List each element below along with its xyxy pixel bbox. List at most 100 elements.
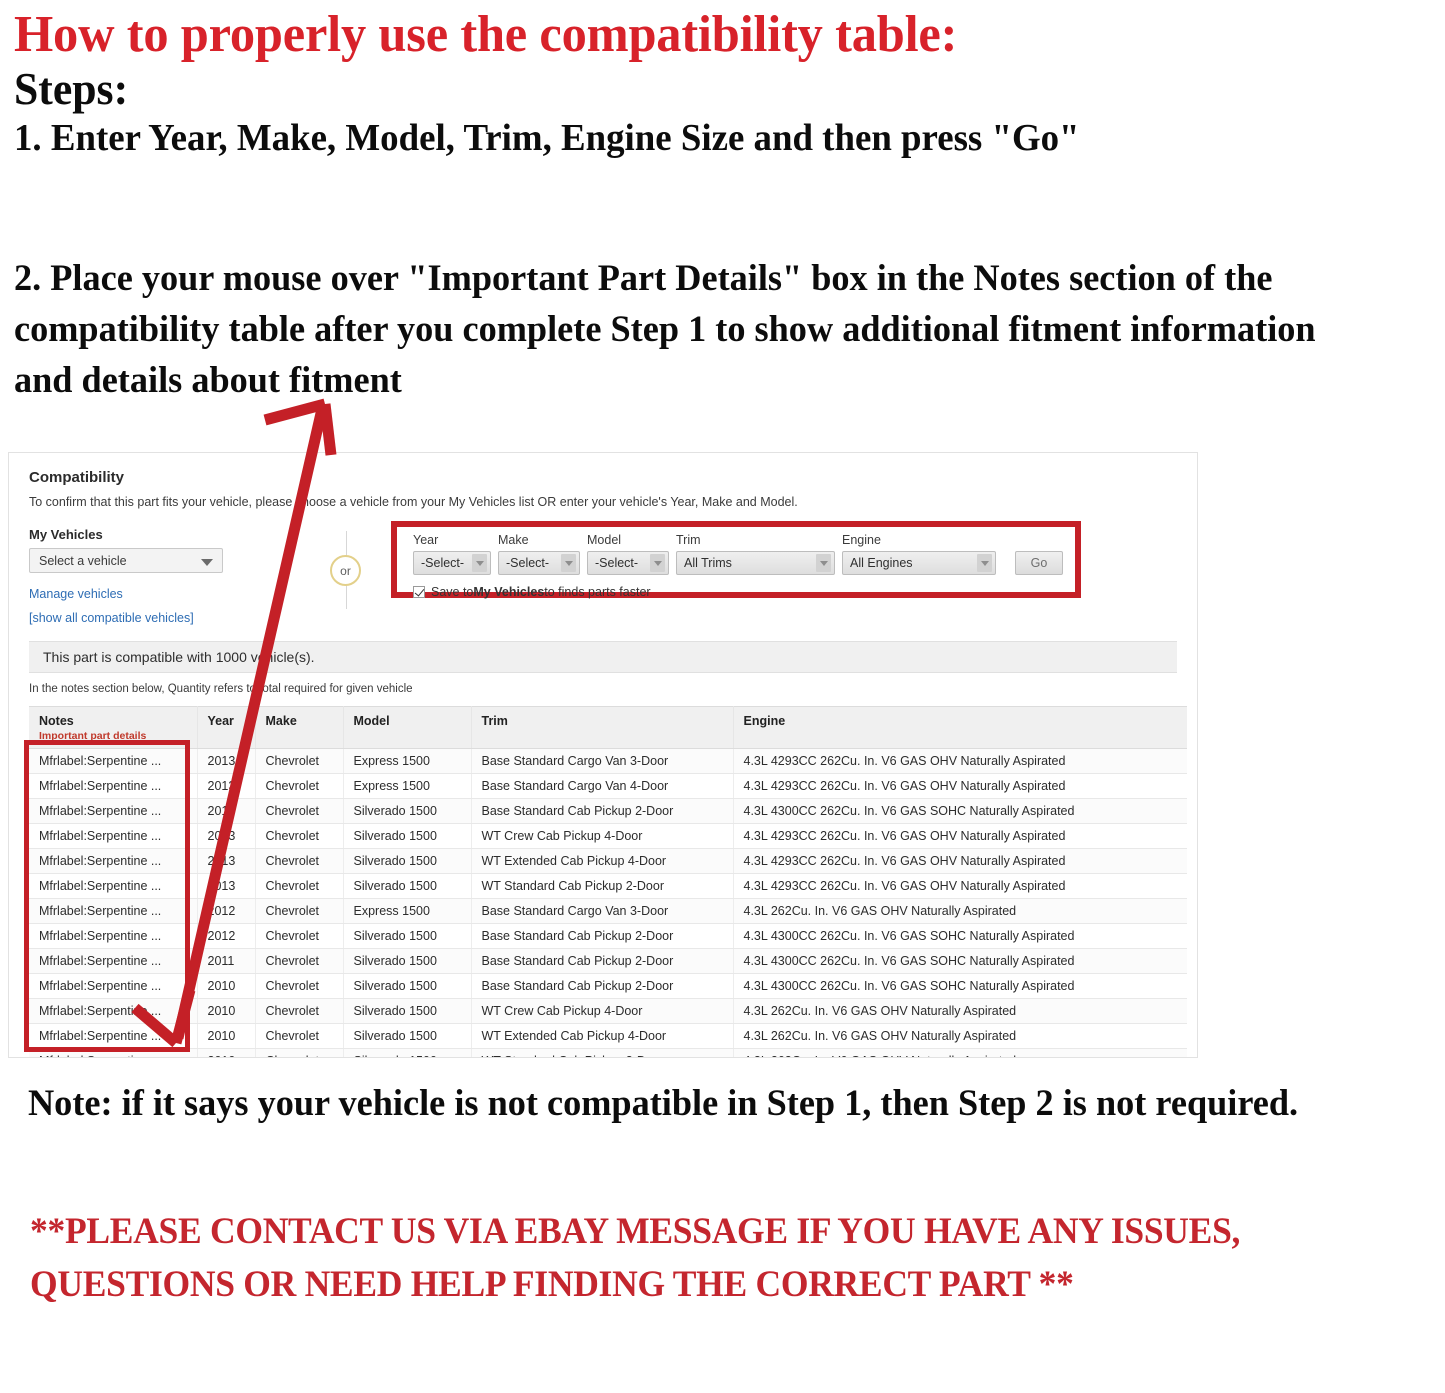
column-header-trim[interactable]: Trim xyxy=(471,706,734,749)
cell-trim: Base Standard Cab Pickup 2-Door xyxy=(471,923,734,949)
instructions-block: How to properly use the compatibility ta… xyxy=(14,8,1414,160)
cell-notes: Mfrlabel:Serpentine ... xyxy=(29,848,198,874)
cell-year: 2013 xyxy=(197,823,256,849)
cell-make: Chevrolet xyxy=(255,823,344,849)
cell-model: Express 1500 xyxy=(343,898,472,924)
cell-model: Silverado 1500 xyxy=(343,1023,472,1049)
cell-make: Chevrolet xyxy=(255,973,344,999)
cell-trim: Base Standard Cab Pickup 2-Door xyxy=(471,948,734,974)
cell-year: 2010 xyxy=(197,973,256,999)
year-label: Year xyxy=(413,533,439,547)
my-vehicles-select[interactable]: Select a vehicle xyxy=(29,548,223,573)
cell-model: Silverado 1500 xyxy=(343,848,472,874)
cell-engine: 4.3L 262Cu. In. V6 GAS OHV Naturally Asp… xyxy=(733,898,1187,924)
engine-select[interactable]: All Engines xyxy=(842,551,996,575)
trim-select-value: All Trims xyxy=(684,556,732,570)
save-text-before: Save to xyxy=(431,585,474,599)
cell-make: Chevrolet xyxy=(255,948,344,974)
compatibility-subtitle: To confirm that this part fits your vehi… xyxy=(29,495,798,509)
cell-engine: 4.3L 4293CC 262Cu. In. V6 GAS OHV Natura… xyxy=(733,848,1187,874)
model-select[interactable]: -Select- xyxy=(587,551,669,575)
column-header-model[interactable]: Model xyxy=(343,706,472,749)
table-row[interactable]: Mfrlabel:Serpentine ... 2013 Chevrolet Silv… xyxy=(29,848,1187,874)
table-row[interactable]: Mfrlabel:Serpentine ...2010ChevroletSilv… xyxy=(29,1023,1187,1049)
column-header-engine[interactable]: Engine xyxy=(733,706,1187,749)
cell-notes: Mfrlabel:Serpentine ... xyxy=(29,1048,198,1057)
field-make: Make -Select- xyxy=(498,533,580,575)
my-vehicles-select-value: Select a vehicle xyxy=(39,553,127,568)
field-model: Model -Select- xyxy=(587,533,669,575)
contact-text: **PLEASE CONTACT US VIA EBAY MESSAGE IF … xyxy=(30,1211,1241,1305)
column-header-notes[interactable]: Notes Important part details xyxy=(29,706,198,749)
cell-engine: 4.3L 4293CC 262Cu. In. V6 GAS OHV Natura… xyxy=(733,773,1187,799)
cell-engine: 4.3L 262Cu. In. V6 GAS OHV Naturally Asp… xyxy=(733,1023,1187,1049)
steps-label: Steps: xyxy=(14,62,129,114)
step-1-text: 1. Enter Year, Make, Model, Trim, Engine… xyxy=(14,117,1080,160)
cell-model: Silverado 1500 xyxy=(343,923,472,949)
cell-notes: Mfrlabel:Serpentine ... xyxy=(29,973,198,999)
save-to-my-vehicles-checkbox[interactable] xyxy=(413,586,425,598)
table-row[interactable]: Mfrlabel:Serpentine ... 2013 Chevrolet Expr… xyxy=(29,748,1187,774)
table-row[interactable]: Mfrlabel:Serpentine ... 2013 Chevrolet Expr… xyxy=(29,773,1187,799)
cell-model: Silverado 1500 xyxy=(343,973,472,999)
cell-trim: Base Standard Cargo Van 3-Door xyxy=(471,748,734,774)
cell-year: 2013 xyxy=(197,798,256,824)
cell-model: Silverado 1500 xyxy=(343,823,472,849)
go-button[interactable]: Go xyxy=(1015,551,1063,575)
table-row[interactable]: Mfrlabel:Serpentine ... 2011 Chevrolet Silv… xyxy=(29,948,1187,974)
make-select[interactable]: -Select- xyxy=(498,551,580,575)
trim-select[interactable]: All Trims xyxy=(676,551,835,575)
cell-make: Chevrolet xyxy=(255,773,344,799)
cell-notes: Mfrlabel:Serpentine ... xyxy=(29,748,198,774)
cell-model: Express 1500 xyxy=(343,773,472,799)
model-select-value: -Select- xyxy=(595,556,639,570)
cell-year: 2012 xyxy=(197,923,256,949)
cell-trim: WT Extended Cab Pickup 4-Door xyxy=(471,1023,734,1049)
cell-trim: Base Standard Cargo Van 3-Door xyxy=(471,898,734,924)
cell-year: 2011 xyxy=(197,948,256,974)
compatibility-result-banner: This part is compatible with 1000 vehicl… xyxy=(29,641,1177,673)
table-row[interactable]: Mfrlabel:Serpentine ... 2013 Chevrolet Silv… xyxy=(29,823,1187,849)
year-select[interactable]: -Select- xyxy=(413,551,491,575)
save-to-my-vehicles-row[interactable]: Save to My Vehicles to finds parts faste… xyxy=(413,585,1063,599)
make-select-value: -Select- xyxy=(506,556,550,570)
cell-make: Chevrolet xyxy=(255,1023,344,1049)
table-row[interactable]: Mfrlabel:Serpentine ... 2012 Chevrolet Expr… xyxy=(29,898,1187,924)
fitment-table: Notes Important part details Year Make M… xyxy=(29,706,1187,1057)
cell-engine: 4.3L 4300CC 262Cu. In. V6 GAS SOHC Natur… xyxy=(733,798,1187,824)
save-text-after: to finds parts faster xyxy=(544,585,651,599)
chevron-down-icon xyxy=(977,554,992,572)
cell-engine: 4.3L 4293CC 262Cu. In. V6 GAS OHV Natura… xyxy=(733,823,1187,849)
manage-vehicles-link[interactable]: Manage vehicles xyxy=(29,587,299,601)
column-header-year[interactable]: Year xyxy=(197,706,256,749)
cell-trim: Base Standard Cab Pickup 2-Door xyxy=(471,973,734,999)
cell-notes: Mfrlabel:Serpentine ... xyxy=(29,1023,198,1049)
column-header-make[interactable]: Make xyxy=(255,706,344,749)
compatibility-panel: Compatibility To confirm that this part … xyxy=(8,452,1198,1058)
cell-model: Silverado 1500 xyxy=(343,1048,472,1057)
table-row[interactable]: Mfrlabel:Serpentine ... 2013 Chevrolet Silv… xyxy=(29,798,1187,824)
chevron-down-icon xyxy=(816,554,831,572)
cell-trim: Base Standard Cab Pickup 2-Door xyxy=(471,798,734,824)
cell-make: Chevrolet xyxy=(255,848,344,874)
important-part-details-label[interactable]: Important part details xyxy=(39,730,197,742)
engine-label: Engine xyxy=(842,533,881,547)
cell-notes: Mfrlabel:Serpentine ... xyxy=(29,998,198,1024)
table-row[interactable]: Mfrlabel:Serpentine ...2010ChevroletSilv… xyxy=(29,1048,1187,1057)
my-vehicles-section: My Vehicles Select a vehicle Manage vehi… xyxy=(29,527,299,601)
or-divider-label: or xyxy=(330,555,361,586)
table-row[interactable]: Mfrlabel:Serpentine ... 2012 Chevrolet Silv… xyxy=(29,923,1187,949)
table-row[interactable]: Mfrlabel:Serpentine ... 2013 Chevrolet Silv… xyxy=(29,873,1187,899)
cell-model: Silverado 1500 xyxy=(343,873,472,899)
cell-model: Silverado 1500 xyxy=(343,948,472,974)
table-header-row: Notes Important part details Year Make M… xyxy=(29,706,1187,749)
chevron-down-icon xyxy=(650,554,665,572)
show-all-compatible-vehicles-link[interactable]: [show all compatible vehicles] xyxy=(29,611,194,625)
cell-trim: WT Extended Cab Pickup 4-Door xyxy=(471,848,734,874)
table-row[interactable]: Mfrlabel:Serpentine ...2010ChevroletSilv… xyxy=(29,998,1187,1024)
cell-make: Chevrolet xyxy=(255,923,344,949)
engine-select-value: All Engines xyxy=(850,556,913,570)
cell-engine: 4.3L 262Cu. In. V6 GAS OHV Naturally Asp… xyxy=(733,998,1187,1024)
table-row[interactable]: Mfrlabel:Serpentine ...2010ChevroletSilv… xyxy=(29,973,1187,999)
cell-notes: Mfrlabel:Serpentine ... xyxy=(29,948,198,974)
